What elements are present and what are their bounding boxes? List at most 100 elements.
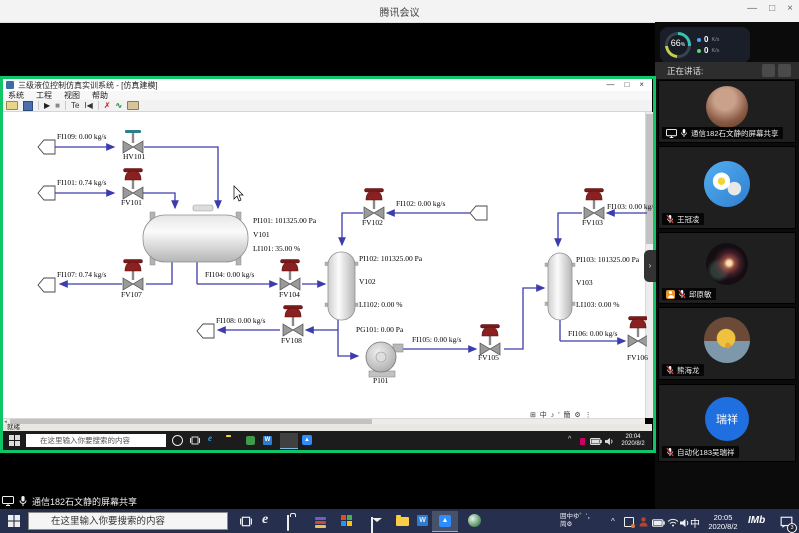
edge-icon[interactable]: e (262, 512, 268, 528)
tank-v102[interactable] (325, 252, 358, 320)
scada-minimize-button[interactable]: — (606, 80, 614, 89)
stream-flag-fi109[interactable] (38, 140, 55, 154)
valve-fv108[interactable] (283, 306, 303, 337)
mic-muted-icon (666, 447, 674, 457)
inner-search-input[interactable]: 在这里输入你要搜索的内容 (26, 434, 166, 447)
video-tile-sharer[interactable]: 通信182石文静的屏幕共享 (658, 80, 796, 143)
trend-icon[interactable]: ∿ (116, 101, 123, 111)
video-tile[interactable]: 邱原敏 (658, 232, 796, 304)
tank-v103[interactable] (545, 253, 575, 320)
inner-taskbar: 在这里输入你要搜索的内容 e W ▲ ^ 20:04 2020/8/2 (2, 431, 652, 450)
project-folder-icon[interactable] (127, 101, 139, 110)
video-tile[interactable]: 熊海龙 (658, 307, 796, 380)
maximize-button[interactable]: □ (769, 3, 775, 14)
vertical-scroll-thumb[interactable] (646, 114, 653, 244)
volume-icon[interactable] (604, 437, 615, 446)
globe-app-icon[interactable] (468, 514, 481, 527)
run-icon[interactable]: ▶ (44, 101, 50, 111)
label-fi102: FI102: 0.00 kg/s (396, 199, 445, 208)
cortana-icon[interactable] (172, 435, 183, 446)
stream-flag-fi102[interactable] (470, 206, 487, 220)
meeting-app-icon[interactable]: ▲ (302, 435, 312, 445)
label-v101: V101 (253, 230, 270, 239)
meeting-app-active[interactable]: ▲ (432, 511, 458, 532)
inner-clock[interactable]: 20:04 2020/8/2 (616, 434, 650, 448)
mic-muted-icon (666, 214, 674, 224)
ime-toolbar[interactable]: 囲中ゆ゜'， 简⚙ (560, 513, 594, 530)
label-pi102: PI102: 101325.00 Pa (359, 254, 422, 263)
upload-dot-icon (697, 38, 701, 42)
tray-capture-icon[interactable] (624, 517, 634, 527)
host-clock[interactable]: 20:05 2020/8/2 (703, 513, 743, 531)
stream-flag-fi108[interactable] (197, 324, 214, 338)
stream-flag-fi107[interactable] (38, 278, 55, 292)
wifi-icon[interactable] (667, 518, 679, 527)
valve-fv107[interactable] (123, 260, 143, 291)
tray-expand-icon[interactable]: ^ (568, 436, 571, 443)
performance-overlay[interactable]: 66% 0 K/s 0 K/s (660, 27, 750, 63)
valve-fv106[interactable] (628, 317, 647, 348)
valve-fv101[interactable] (123, 169, 143, 200)
scada-close-button[interactable]: × (639, 80, 644, 89)
start-icon[interactable] (8, 515, 20, 527)
task-view-icon[interactable] (190, 436, 200, 445)
valve-fv104[interactable] (280, 260, 300, 291)
cut-icon[interactable]: ✗ (104, 101, 111, 111)
valve-hv101[interactable] (123, 130, 143, 153)
participant-name: 自动化183吴瑞祥 (677, 447, 735, 458)
language-indicator[interactable]: 中 (690, 515, 700, 530)
label-li103: LI103: 0.00 % (576, 300, 620, 309)
battery-icon[interactable] (652, 519, 665, 527)
mail-icon[interactable] (371, 517, 373, 533)
open-icon[interactable] (6, 101, 18, 110)
cpu-gauge: 66% (665, 32, 691, 58)
app-icon-blue[interactable]: W (263, 436, 272, 445)
video-tile[interactable]: 王冠凌 (658, 146, 796, 229)
tray-app-icon[interactable] (580, 438, 585, 445)
avatar (706, 86, 748, 128)
video-tile[interactable]: 瑞祥 自动化183吴瑞祥 (658, 384, 796, 462)
active-app-icon[interactable] (280, 433, 298, 449)
te-tool-icon[interactable]: Te (71, 101, 79, 111)
avatar (704, 317, 750, 363)
stream-flag-fi101[interactable] (38, 186, 55, 200)
close-button[interactable]: × (787, 3, 793, 14)
mic-icon (680, 128, 688, 138)
pump-p101[interactable] (366, 342, 403, 377)
app-icon-green[interactable] (246, 436, 255, 445)
label-pg101: PG101: 0.00 Pa (356, 325, 403, 334)
valve-fv102[interactable] (364, 189, 384, 220)
avatar: 瑞祥 (705, 397, 749, 441)
minimize-button[interactable]: — (747, 3, 757, 14)
inner-ime-bar[interactable]: ⊞ 中 ♪ ' 簡 ⚙ ⋮ (530, 410, 593, 420)
notification-icon[interactable]: 3 (780, 517, 793, 531)
tank-v101[interactable] (143, 205, 248, 265)
store-icon[interactable] (287, 515, 289, 531)
host-time: 20:05 (703, 513, 743, 522)
valve-fv103[interactable] (584, 189, 604, 220)
app-icon-blue[interactable]: W (417, 515, 428, 526)
save-icon[interactable] (23, 101, 33, 111)
process-diagram (2, 112, 647, 418)
label-v102: V102 (359, 277, 376, 286)
participant-name: 王冠凌 (677, 214, 700, 225)
battery-icon[interactable] (590, 438, 602, 445)
host-search-input[interactable]: 在这里输入你要搜索的内容 (28, 512, 228, 530)
label-fi107: FI107: 0.74 kg/s (57, 270, 106, 279)
ink-workspace-icon[interactable]: IMb (748, 515, 765, 526)
skip-start-icon[interactable]: I◀ (84, 101, 92, 111)
scada-restore-button[interactable]: □ (624, 80, 629, 89)
task-view-icon[interactable] (240, 516, 252, 527)
stop-icon[interactable]: ■ (55, 101, 60, 111)
start-icon[interactable] (9, 435, 20, 446)
tray-person-icon[interactable] (639, 517, 648, 527)
file-explorer-icon[interactable] (396, 517, 409, 526)
sidebar-collapse-handle[interactable]: › (644, 250, 656, 282)
label-fi106: FI106: 0.00 kg/s (568, 329, 617, 338)
ime-line-2: 简⚙ (560, 521, 594, 529)
tray-expand-icon[interactable]: ^ (611, 517, 615, 526)
app-grid-icon[interactable] (341, 515, 352, 526)
edge-icon[interactable]: e (208, 433, 212, 443)
cpu-percent: 66 (671, 38, 681, 48)
valve-fv105[interactable] (480, 325, 500, 356)
